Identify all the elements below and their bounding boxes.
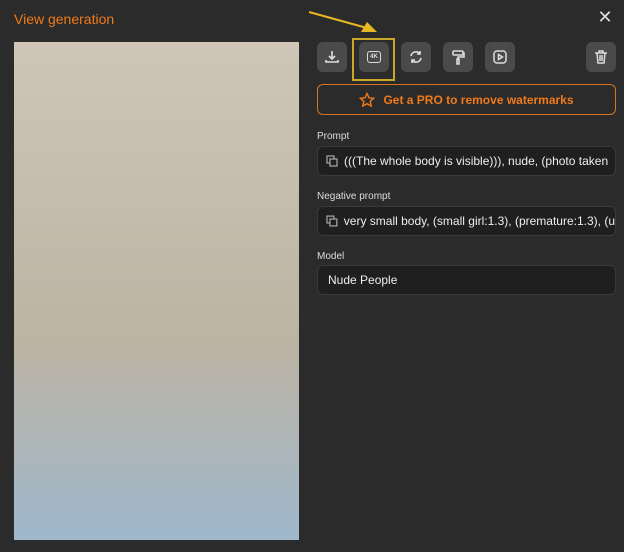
paint-button[interactable] [443,42,473,72]
model-label: Model [317,251,345,262]
close-icon: ✕ [597,7,613,27]
close-button[interactable]: ✕ [596,8,614,26]
download-button[interactable] [317,42,347,72]
arrow-annotation-icon [308,11,377,32]
negative-prompt-value: very small body, (small girl:1.3), (prem… [343,214,615,228]
negative-prompt-field[interactable]: very small body, (small girl:1.3), (prem… [317,206,616,236]
model-value: Nude People [328,273,398,287]
star-icon [359,91,376,107]
model-field[interactable]: Nude People [317,265,616,295]
copy-icon[interactable] [326,155,338,167]
get-pro-button[interactable]: Get a PRO to remove watermarks [317,84,616,115]
trash-icon [595,50,607,64]
prompt-value: (((The whole body is visible))), nude, (… [344,154,609,168]
copy-icon[interactable] [326,215,338,227]
video-button[interactable] [485,42,515,72]
prompt-field[interactable]: (((The whole body is visible))), nude, (… [317,146,616,176]
regenerate-icon [410,51,422,63]
paint-roller-icon [452,50,465,65]
video-icon [493,50,507,64]
regenerate-button[interactable] [401,42,431,72]
highlight-box [352,38,395,81]
dialog-title: View generation [14,11,115,27]
prompt-label: Prompt [317,131,350,142]
generated-image [14,42,299,540]
negative-prompt-label: Negative prompt [317,191,391,202]
delete-button[interactable] [586,42,616,72]
download-icon [325,51,339,63]
get-pro-label: Get a PRO to remove watermarks [383,92,574,107]
